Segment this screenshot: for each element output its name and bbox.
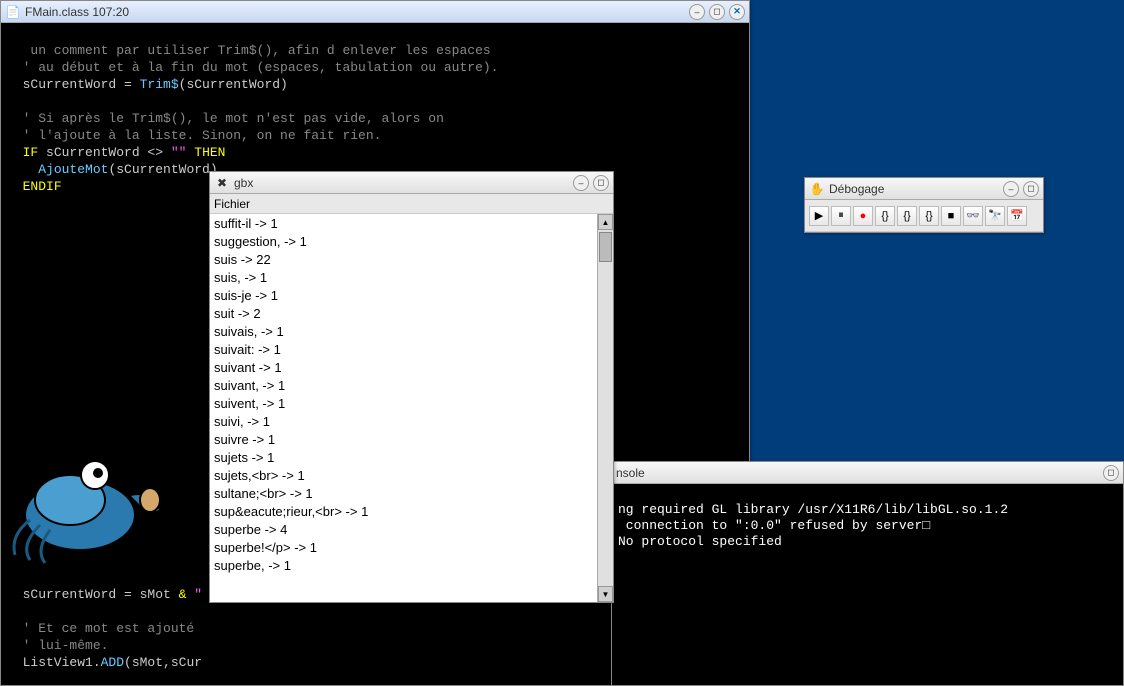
code-minimize-button[interactable]: – xyxy=(689,4,705,20)
gbx-title: gbx xyxy=(234,176,573,190)
console-maximize-button[interactable]: ◻ xyxy=(1103,465,1119,481)
list-item[interactable]: suivant -> 1 xyxy=(214,360,609,378)
console-window: nsole ◻ ng required GL library /usr/X11R… xyxy=(611,461,1124,686)
gbx-menubar: Fichier xyxy=(210,194,613,214)
list-item[interactable]: suivent, -> 1 xyxy=(214,396,609,414)
debug-step2-icon[interactable]: {} xyxy=(897,206,917,226)
scroll-thumb[interactable] xyxy=(599,232,612,262)
console-title: nsole xyxy=(616,466,1103,480)
list-item[interactable]: sujets,<br> -> 1 xyxy=(214,468,609,486)
code-line: ' lui-même. xyxy=(7,638,108,653)
gbx-titlebar[interactable]: ✖ gbx – ◻ xyxy=(210,172,613,194)
list-item[interactable]: suis -> 22 xyxy=(214,252,609,270)
console-line: connection to ":0.0" refused by server□ xyxy=(618,518,930,533)
list-item[interactable]: superbe!</p> -> 1 xyxy=(214,540,609,558)
code-line: ' Si après le Trim$(), le mot n'est pas … xyxy=(7,111,444,126)
console-output[interactable]: ng required GL library /usr/X11R6/lib/li… xyxy=(612,484,1123,685)
list-item[interactable]: suivait: -> 1 xyxy=(214,342,609,360)
code-close-button[interactable]: ✕ xyxy=(729,4,745,20)
list-item[interactable]: superbe, -> 1 xyxy=(214,558,609,576)
code-line: ' Et ce mot est ajouté xyxy=(7,621,194,636)
debug-play-icon[interactable]: ▶ xyxy=(809,206,829,226)
gbx-menu-fichier[interactable]: Fichier xyxy=(214,197,250,211)
debug-pause-icon[interactable]: ⏸ xyxy=(831,206,851,226)
gbx-window: ✖ gbx – ◻ Fichier suffit-il -> 1 suggest… xyxy=(209,171,614,603)
debug-cal-icon[interactable]: 📅 xyxy=(1007,206,1027,226)
list-item[interactable]: suis, -> 1 xyxy=(214,270,609,288)
console-titlebar[interactable]: nsole ◻ xyxy=(612,462,1123,484)
code-line: ' l'ajoute à la liste. Sinon, on ne fait… xyxy=(7,128,381,143)
debug-title: Débogage xyxy=(829,182,1003,196)
list-item[interactable]: suivre -> 1 xyxy=(214,432,609,450)
debug-record-icon[interactable]: ● xyxy=(853,206,873,226)
list-item[interactable]: suivi, -> 1 xyxy=(214,414,609,432)
console-line: No protocol specified xyxy=(618,534,782,549)
code-file-icon: 📄 xyxy=(5,4,21,20)
list-item[interactable]: suivant, -> 1 xyxy=(214,378,609,396)
scroll-up-icon[interactable]: ▲ xyxy=(598,214,613,230)
code-titlebar[interactable]: 📄 FMain.class 107:20 – ◻ ✕ xyxy=(1,1,749,23)
hand-icon: ✋ xyxy=(809,181,825,197)
debug-window: ✋ Débogage – ◻ ▶ ⏸ ● {} {} {} ■ 👓 🔭 📅 xyxy=(804,177,1044,233)
list-item[interactable]: sujets -> 1 xyxy=(214,450,609,468)
code-line: ' au début et à la fin du mot (espaces, … xyxy=(7,60,498,75)
code-line: un comment par utiliser Trim$(), afin d … xyxy=(7,43,491,58)
scroll-down-icon[interactable]: ▼ xyxy=(598,586,613,602)
debug-stop-icon[interactable]: ■ xyxy=(941,206,961,226)
debug-toolbar: ▶ ⏸ ● {} {} {} ■ 👓 🔭 📅 xyxy=(805,200,1043,232)
debug-maximize-button[interactable]: ◻ xyxy=(1023,181,1039,197)
gbx-scrollbar[interactable]: ▲ ▼ xyxy=(597,214,613,602)
list-item[interactable]: suggestion, -> 1 xyxy=(214,234,609,252)
list-item[interactable]: suivais, -> 1 xyxy=(214,324,609,342)
list-item[interactable]: suffit-il -> 1 xyxy=(214,216,609,234)
list-item[interactable]: sultane;<br> -> 1 xyxy=(214,486,609,504)
list-item[interactable]: suis-je -> 1 xyxy=(214,288,609,306)
debug-minimize-button[interactable]: – xyxy=(1003,181,1019,197)
code-maximize-button[interactable]: ◻ xyxy=(709,4,725,20)
debug-titlebar[interactable]: ✋ Débogage – ◻ xyxy=(805,178,1043,200)
gambas-mascot-icon xyxy=(0,445,175,570)
code-title: FMain.class 107:20 xyxy=(25,5,689,19)
debug-step1-icon[interactable]: {} xyxy=(875,206,895,226)
console-line: ng required GL library /usr/X11R6/lib/li… xyxy=(618,502,1008,517)
debug-watch-icon[interactable]: 👓 xyxy=(963,206,983,226)
list-item[interactable]: superbe -> 4 xyxy=(214,522,609,540)
x-icon: ✖ xyxy=(214,175,230,191)
list-item[interactable]: suit -> 2 xyxy=(214,306,609,324)
gbx-list[interactable]: suffit-il -> 1 suggestion, -> 1 suis -> … xyxy=(210,214,613,602)
gbx-minimize-button[interactable]: – xyxy=(573,175,589,191)
list-item[interactable]: sup&eacute;rieur,<br> -> 1 xyxy=(214,504,609,522)
gbx-maximize-button[interactable]: ◻ xyxy=(593,175,609,191)
debug-step3-icon[interactable]: {} xyxy=(919,206,939,226)
debug-binoc-icon[interactable]: 🔭 xyxy=(985,206,1005,226)
